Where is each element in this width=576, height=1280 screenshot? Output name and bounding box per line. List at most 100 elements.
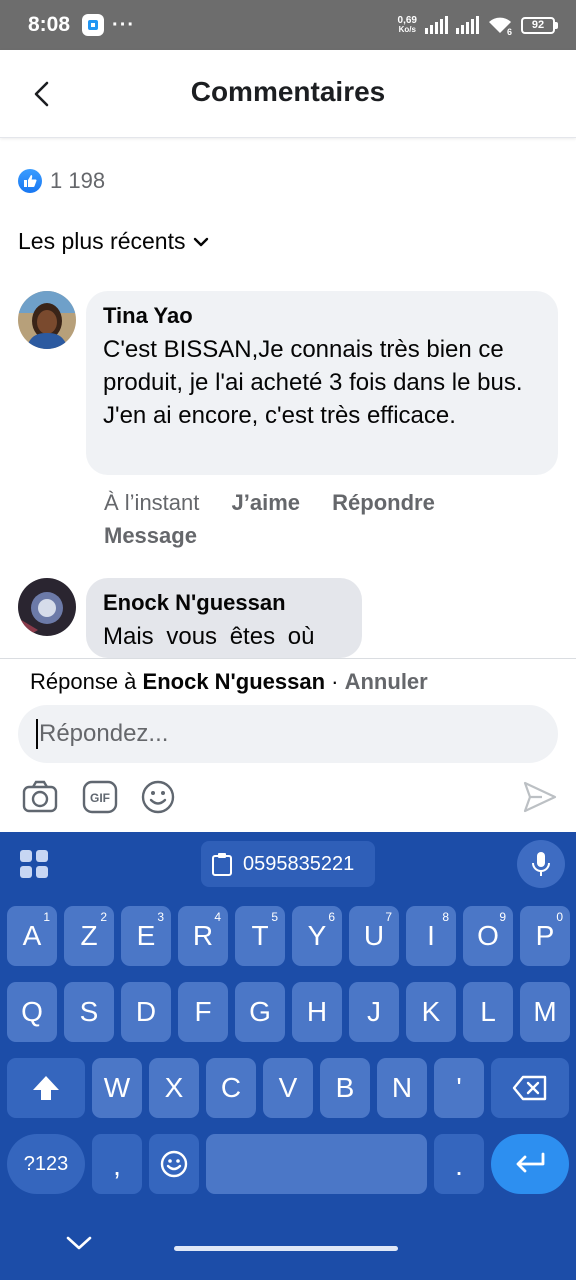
reply-prefix: Réponse à <box>30 669 143 694</box>
shift-icon <box>33 1076 59 1100</box>
key-i[interactable]: I8 <box>406 906 456 966</box>
text-cursor <box>36 719 38 749</box>
microphone-icon[interactable] <box>517 840 565 888</box>
reply-input-container[interactable] <box>18 705 558 763</box>
status-bar: 8:08 ··· 0,69 Ko/s 6 92 <box>0 0 576 50</box>
key-y-hint: 6 <box>328 910 335 924</box>
comment-bubble-highlighted[interactable]: Enock N'guessan Mais vous êtes où <box>86 578 362 658</box>
hide-keyboard-icon[interactable] <box>66 1234 92 1252</box>
key-w[interactable]: W <box>92 1058 142 1118</box>
key-n[interactable]: N <box>377 1058 427 1118</box>
key-f-label: F <box>194 996 212 1027</box>
key-l-label: L <box>480 996 496 1027</box>
key-h[interactable]: H <box>292 982 342 1042</box>
signal-icon <box>425 16 448 34</box>
key-r-label: R <box>192 920 214 951</box>
key-c-label: C <box>220 1072 242 1103</box>
battery-level: 92 <box>521 16 555 34</box>
reply-separator: · <box>325 669 345 694</box>
enter-key[interactable] <box>491 1134 569 1194</box>
key-b-label: B <box>335 1072 355 1103</box>
key-g-label: G <box>249 996 271 1027</box>
key-i-label: I <box>427 920 435 951</box>
key-s[interactable]: S <box>64 982 114 1042</box>
key-j[interactable]: J <box>349 982 399 1042</box>
key-t[interactable]: T5 <box>235 906 285 966</box>
key-y-label: Y <box>307 920 327 951</box>
space-key[interactable] <box>206 1134 427 1194</box>
numbers-key[interactable]: ?123 <box>7 1134 85 1194</box>
reply-input[interactable] <box>39 720 519 748</box>
message-button[interactable]: Message <box>104 523 197 548</box>
key-q[interactable]: Q <box>7 982 57 1042</box>
key-s-label: S <box>79 996 99 1027</box>
keyboard-toolbar: 0595835221 <box>0 832 576 898</box>
clipboard-icon <box>212 853 232 876</box>
key-i-hint: 8 <box>442 910 449 924</box>
period-key[interactable]: . <box>434 1134 484 1194</box>
key-r[interactable]: R4 <box>178 906 228 966</box>
key-e[interactable]: E3 <box>121 906 171 966</box>
key-e-label: E <box>136 920 156 951</box>
comment-time: À l’instant <box>104 490 200 515</box>
key-g[interactable]: G <box>235 982 285 1042</box>
key-u[interactable]: U7 <box>349 906 399 966</box>
avatar[interactable] <box>18 578 76 636</box>
key-x-label: X <box>164 1072 184 1103</box>
key-z[interactable]: Z2 <box>64 906 114 966</box>
emoji-key[interactable] <box>149 1134 199 1194</box>
emoji-icon[interactable] <box>140 779 176 815</box>
key-d[interactable]: D <box>121 982 171 1042</box>
comment-actions: À l’instant J’aime Répondre Message <box>104 486 524 552</box>
home-gesture-bar[interactable] <box>174 1246 398 1251</box>
key-x[interactable]: X <box>149 1058 199 1118</box>
comments-header: Commentaires <box>0 50 576 138</box>
reaction-count: 1 198 <box>50 168 106 193</box>
key-t-label: T <box>251 920 269 951</box>
comma-key[interactable]: , <box>92 1134 142 1194</box>
key-l[interactable]: L <box>463 982 513 1042</box>
key-v-label: V <box>278 1072 298 1103</box>
key-d-label: D <box>135 996 157 1027</box>
key-e-hint: 3 <box>157 910 164 924</box>
backspace-key[interactable] <box>491 1058 569 1118</box>
key-f[interactable]: F <box>178 982 228 1042</box>
apps-grid-icon[interactable] <box>20 850 48 878</box>
comma-key-label: , <box>113 1150 121 1181</box>
comment-bubble[interactable]: Tina Yao C'est BISSAN,Je connais très bi… <box>86 291 558 475</box>
key-a[interactable]: A1 <box>7 906 57 966</box>
backspace-icon <box>512 1075 547 1101</box>
camera-icon[interactable] <box>22 779 58 815</box>
clipboard-suggestion[interactable]: 0595835221 <box>201 841 375 887</box>
comment-author[interactable]: Enock N'guessan <box>103 590 344 616</box>
key-m[interactable]: M <box>520 982 570 1042</box>
wifi-badge: 6 <box>507 27 512 35</box>
key-o[interactable]: O9 <box>463 906 513 966</box>
gif-icon[interactable]: GIF <box>82 779 118 815</box>
key-b[interactable]: B <box>320 1058 370 1118</box>
avatar[interactable] <box>18 291 76 349</box>
wifi-icon: 6 <box>489 17 512 35</box>
like-reaction-icon <box>18 169 42 193</box>
key-apostrophe[interactable]: ' <box>434 1058 484 1118</box>
key-v[interactable]: V <box>263 1058 313 1118</box>
key-u-label: U <box>363 920 385 951</box>
key-h-label: H <box>306 996 328 1027</box>
key-c[interactable]: C <box>206 1058 256 1118</box>
key-p-hint: 0 <box>556 910 563 924</box>
reaction-summary[interactable]: 1 198 <box>18 168 105 194</box>
key-k[interactable]: K <box>406 982 456 1042</box>
system-navigation-bar <box>0 1212 576 1280</box>
key-n-label: N <box>391 1072 413 1103</box>
key-j-label: J <box>367 996 381 1027</box>
key-w-label: W <box>103 1072 131 1103</box>
cancel-reply-button[interactable]: Annuler <box>345 669 428 694</box>
comment-author[interactable]: Tina Yao <box>103 303 540 329</box>
sort-dropdown[interactable]: Les plus récents <box>18 228 209 255</box>
send-icon[interactable] <box>522 779 558 815</box>
key-p[interactable]: P0 <box>520 906 570 966</box>
like-button[interactable]: J’aime <box>232 490 301 515</box>
key-y[interactable]: Y6 <box>292 906 342 966</box>
shift-key[interactable] <box>7 1058 85 1118</box>
reply-button[interactable]: Répondre <box>332 490 435 515</box>
